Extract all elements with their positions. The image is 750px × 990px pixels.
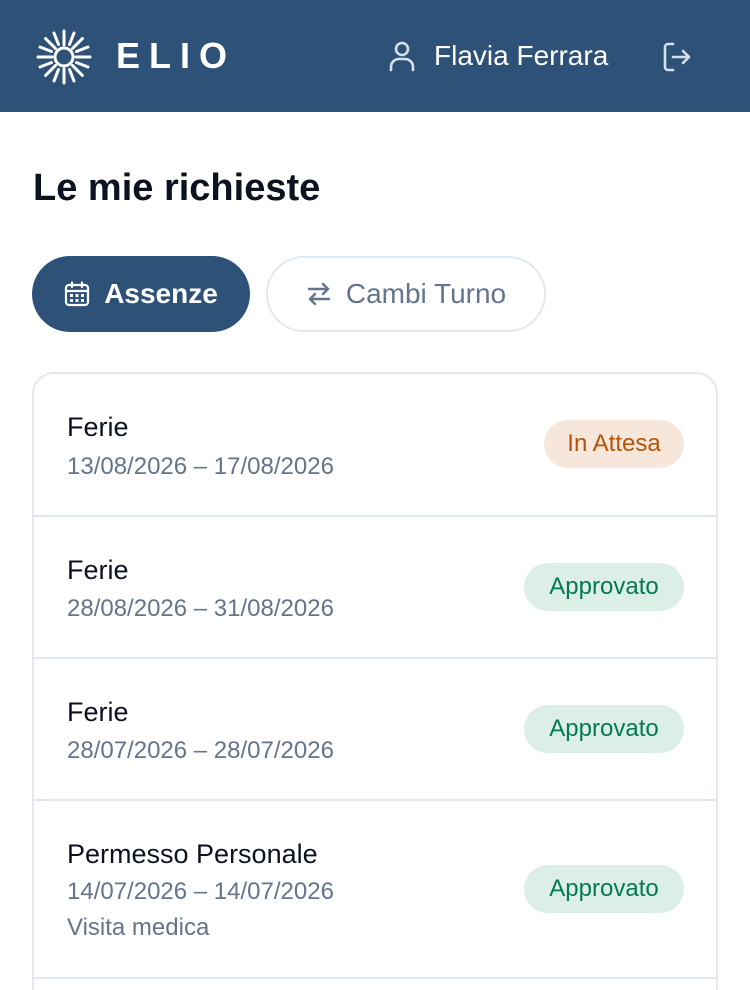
request-dates: 28/07/2026 – 28/07/2026 xyxy=(67,737,334,764)
status-badge: Approvato xyxy=(524,865,684,913)
request-type: Ferie xyxy=(67,412,129,442)
request-dates: 13/08/2026 – 17/08/2026 xyxy=(67,453,334,480)
status-badge: Approvato xyxy=(524,705,684,753)
page-title: Le mie richieste xyxy=(33,167,321,209)
user-name[interactable]: Flavia Ferrara xyxy=(434,38,608,74)
request-row[interactable]: Permesso Personale 14/07/2026 – 14/07/20… xyxy=(34,801,716,979)
request-dates: 28/08/2026 – 31/08/2026 xyxy=(67,595,334,622)
logout-icon[interactable] xyxy=(660,40,694,74)
app-header: ELIO Flavia Ferrara xyxy=(0,0,750,112)
status-badge: Approvato xyxy=(524,563,684,611)
tab-absences-label: Assenze xyxy=(104,278,218,309)
requests-list: Ferie 13/08/2026 – 17/08/2026 In Attesa … xyxy=(32,372,718,990)
tab-shift-changes[interactable]: Cambi Turno xyxy=(266,256,546,332)
tab-absences[interactable]: Assenze xyxy=(32,256,250,332)
swap-arrows-icon xyxy=(307,282,331,306)
user-icon xyxy=(389,41,415,72)
request-row[interactable]: Ferie 13/08/2026 – 17/08/2026 In Attesa xyxy=(34,374,716,517)
request-type: Ferie xyxy=(67,555,129,585)
status-badge: In Attesa xyxy=(544,420,684,468)
request-row[interactable]: Ferie 28/08/2026 – 31/08/2026 Approvato xyxy=(34,517,716,659)
tab-shift-changes-label: Cambi Turno xyxy=(345,278,507,309)
brand-name: ELIO xyxy=(116,35,237,76)
request-type: Permesso Personale xyxy=(67,839,318,869)
request-note: Visita medica xyxy=(67,914,210,941)
sun-logo-icon xyxy=(36,29,92,85)
calendar-icon xyxy=(65,281,90,307)
request-type: Ferie xyxy=(67,697,129,727)
request-row[interactable]: Ferie 28/07/2026 – 28/07/2026 Approvato xyxy=(34,659,716,801)
request-dates: 14/07/2026 – 14/07/2026 xyxy=(67,878,334,905)
